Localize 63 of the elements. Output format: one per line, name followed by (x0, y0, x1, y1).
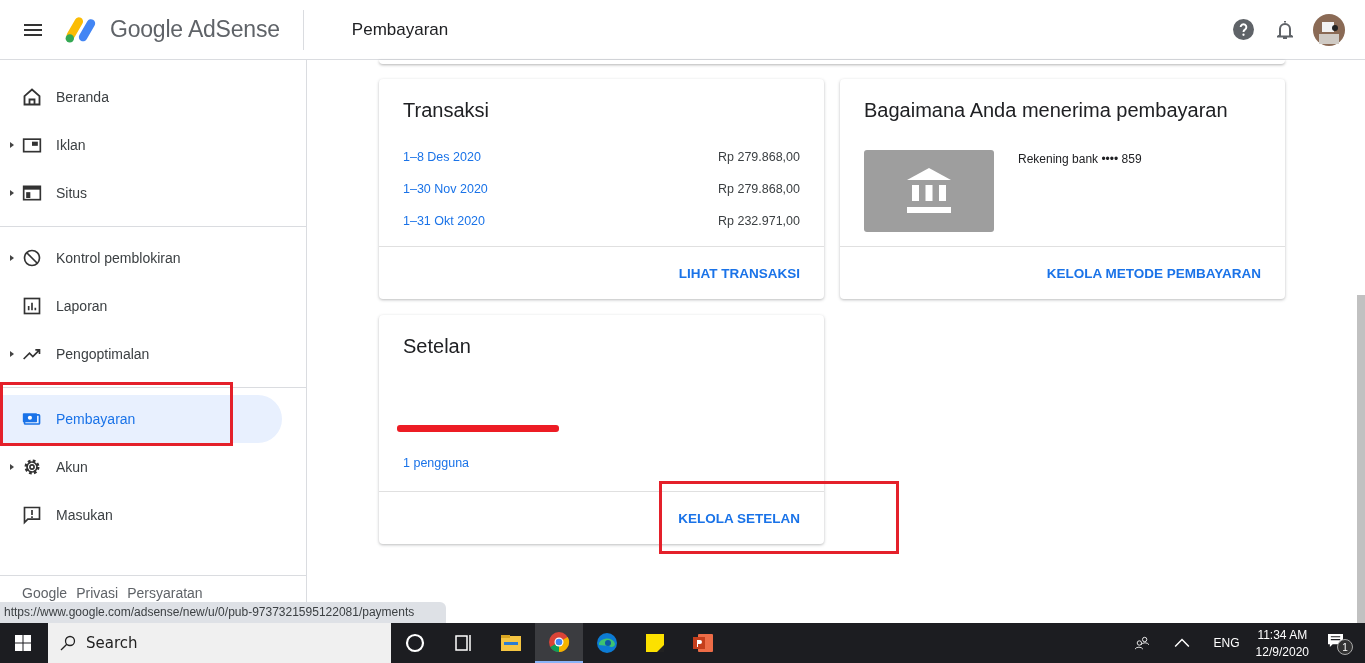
notification-count: 1 (1337, 639, 1353, 655)
logo-icon (65, 15, 97, 44)
sidebar-item[interactable]: Beranda (0, 73, 282, 121)
caret-icon[interactable] (10, 464, 14, 470)
cortana-icon (403, 631, 427, 655)
footer-link[interactable]: Google (22, 585, 68, 601)
clock-date[interactable]: 12/9/2020 (1255, 644, 1309, 659)
status-url: https://www.google.com/adsense/new/u/0/pub-9737321595122081/payments (0, 602, 447, 623)
language-indicator[interactable]: ENG (1213, 636, 1240, 650)
ads-icon (22, 135, 42, 155)
caret-icon[interactable] (10, 142, 14, 148)
caret-icon[interactable] (10, 190, 14, 196)
amount: Rp 232.971,00 (718, 214, 800, 230)
sidebar-item[interactable]: Masukan (0, 491, 282, 539)
period-link[interactable]: 1–30 Nov 2020 (403, 182, 488, 214)
bank-account: Rekening bank •••• 859 (1018, 152, 1142, 168)
sidebar-item[interactable]: Akun (0, 443, 282, 491)
block-icon (22, 248, 42, 268)
avatar[interactable] (1313, 13, 1345, 46)
notes-icon (643, 631, 667, 655)
scrollbar-thumb[interactable] (1357, 295, 1365, 623)
sidebar-item[interactable]: Kontrol pemblokiran (0, 234, 282, 282)
card-title: Transaksi (403, 99, 490, 122)
gear-icon (22, 457, 42, 477)
users-link[interactable]: 1 pengguna (403, 456, 470, 470)
search-icon (60, 635, 76, 651)
caret-icon[interactable] (10, 255, 14, 261)
windows-start-icon[interactable] (15, 635, 31, 651)
page-title: Pembayaran (351, 19, 449, 40)
card-title: Setelan (403, 335, 472, 358)
sidebar-item[interactable]: Pembayaran (0, 395, 282, 443)
taskbar-button[interactable] (535, 623, 583, 663)
sidebar-item[interactable]: Laporan (0, 282, 282, 330)
period-link[interactable]: 1–31 Okt 2020 (403, 214, 485, 246)
manage-payment-link[interactable]: KELOLA METODE PEMBAYARAN (1046, 265, 1261, 281)
sidebar-item[interactable]: Iklan (0, 121, 282, 169)
card-title: Bagaimana Anda menerima pembayaran (864, 99, 1229, 122)
powerpoint-icon (691, 631, 715, 655)
bell-icon[interactable] (1277, 19, 1293, 40)
product-name: Google AdSense (110, 16, 280, 43)
search-field[interactable]: Search (48, 623, 391, 663)
clock-time[interactable]: 11:34 AM (1257, 627, 1308, 642)
bank-icon (907, 168, 951, 214)
footer-link[interactable]: Persyaratan (127, 585, 203, 601)
reports-icon (22, 296, 42, 316)
period-link[interactable]: 1–8 Des 2020 (403, 150, 481, 182)
edge-icon (595, 631, 619, 655)
manage-settings-link[interactable]: KELOLA SETELAN (678, 510, 800, 526)
amount: Rp 279.868,00 (718, 182, 800, 198)
sidebar-item[interactable]: Situs (0, 169, 282, 217)
home-icon (22, 87, 42, 107)
chrome-icon (547, 630, 571, 654)
menu-icon[interactable] (24, 23, 42, 36)
sites-icon (22, 183, 42, 203)
people-icon[interactable] (1133, 636, 1150, 650)
help-icon[interactable] (1233, 19, 1254, 40)
amount: Rp 279.868,00 (718, 150, 800, 166)
view-transactions-link[interactable]: LIHAT TRANSAKSI (678, 265, 800, 281)
sidebar-item[interactable]: Pengoptimalan (0, 330, 282, 378)
caret-icon[interactable] (10, 351, 14, 357)
footer-link[interactable]: Privasi (76, 585, 119, 601)
chevron-up-icon[interactable] (1173, 636, 1190, 650)
feedback-icon (22, 505, 42, 525)
